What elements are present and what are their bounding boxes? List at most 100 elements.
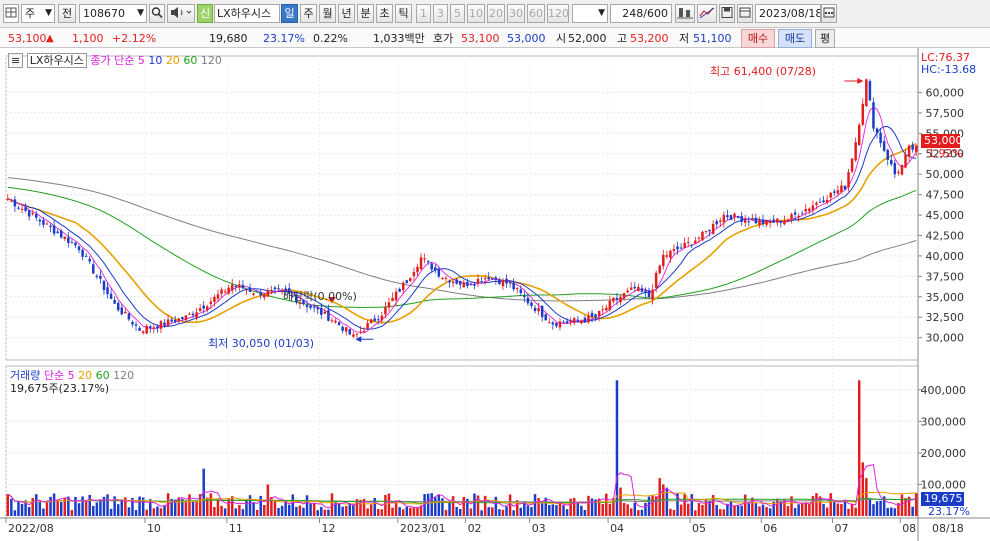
date-field[interactable]: 2023/08/18: [755, 4, 821, 23]
interval-button-5[interactable]: 30: [507, 4, 525, 23]
search-icon[interactable]: [149, 4, 165, 23]
candle-body: [729, 215, 733, 220]
prev-button[interactable]: 전: [58, 4, 76, 23]
stock-code-input[interactable]: 108670 ▼: [79, 4, 147, 23]
volume-bar: [658, 478, 661, 516]
candle-body: [59, 230, 63, 238]
interval-button-6[interactable]: 60: [527, 4, 545, 23]
candle-body: [120, 307, 124, 315]
volume-bar: [914, 493, 918, 516]
candle-body: [790, 214, 793, 219]
time-tick-label: 2022/08: [8, 522, 54, 535]
current-price-tag: 53,000: [921, 134, 963, 148]
volume-bar: [872, 504, 875, 516]
volume-bar: [875, 501, 879, 516]
candle-body: [198, 308, 202, 312]
candle-body: [49, 225, 52, 227]
volume-bar: [77, 503, 81, 516]
candle-body: [565, 321, 569, 323]
tab-period-5[interactable]: 초: [376, 4, 393, 23]
interval-input[interactable]: ▼: [572, 4, 608, 23]
volume-bar: [352, 505, 355, 516]
candle-body: [523, 295, 526, 298]
price-tick-label: 57,500: [926, 107, 965, 120]
tab-period-0[interactable]: 일: [281, 4, 298, 23]
volume-bar: [287, 504, 291, 516]
volume-bar: [67, 496, 70, 516]
sell-button[interactable]: 매도: [778, 29, 812, 48]
candle-body: [637, 287, 640, 291]
volume-bar: [59, 501, 63, 516]
volume-bar: [387, 493, 391, 516]
volume-bar: [469, 508, 473, 516]
volume-bar: [726, 503, 729, 516]
candle-body: [494, 277, 498, 280]
buy-button[interactable]: 매수: [741, 29, 775, 48]
volume-bar: [879, 500, 882, 516]
candle-body: [191, 313, 195, 316]
interval-button-4[interactable]: 20: [487, 4, 505, 23]
price-panel-title[interactable]: LX하우시스: [26, 53, 87, 68]
volume-bar: [886, 507, 889, 516]
candle-body: [811, 205, 815, 211]
volume-bar: [241, 509, 245, 516]
candle-body: [84, 255, 88, 257]
calendar-icon[interactable]: [737, 4, 753, 23]
volume-bar: [565, 509, 569, 516]
count-max: /600: [643, 7, 668, 20]
indicator-icon[interactable]: [697, 4, 717, 23]
volume-bar: [341, 506, 344, 516]
interval-button-1[interactable]: 3: [433, 4, 448, 23]
volume-bar: [277, 507, 280, 516]
panel-menu-icon[interactable]: ≡: [8, 53, 24, 68]
candle-body: [501, 279, 505, 287]
save-icon[interactable]: [719, 4, 735, 23]
candle-body: [380, 315, 384, 321]
candle-body: [102, 280, 106, 291]
stock-chart[interactable]: 30,000 32,500 35,000 37,500 40,000 42,500 45,0…: [0, 48, 990, 541]
candle-body: [270, 290, 273, 292]
candle-body: [647, 290, 651, 298]
volume-bar: [252, 502, 255, 516]
volume-bar: [138, 496, 141, 516]
tab-period-2[interactable]: 월: [319, 4, 336, 23]
candle-body: [530, 302, 533, 306]
candle-body: [882, 141, 886, 151]
interval-button-2[interactable]: 5: [450, 4, 465, 23]
volume-bar: [900, 494, 904, 516]
volume-bar: [455, 506, 458, 516]
drawing-tool-icon[interactable]: [675, 4, 695, 23]
candle-body: [840, 185, 843, 193]
candle-body: [398, 288, 401, 292]
candle-body: [323, 311, 327, 314]
price-tick-label: 32,500: [926, 311, 965, 324]
grid-icon[interactable]: [3, 4, 19, 23]
tab-period-6[interactable]: 틱: [395, 4, 412, 23]
candle-body: [466, 281, 469, 287]
high-price: 53,200: [630, 32, 669, 45]
tab-period-4[interactable]: 분: [357, 4, 374, 23]
candle-body: [544, 314, 547, 321]
sound-icon[interactable]: [167, 4, 195, 23]
tab-period-3[interactable]: 년: [338, 4, 355, 23]
volume-bar: [373, 497, 376, 516]
eval-button[interactable]: 평: [815, 29, 835, 48]
volume-rate-tag: 23.17%: [928, 505, 970, 518]
interval-button-0[interactable]: 1: [416, 4, 431, 23]
volume-bar: [904, 498, 907, 516]
volume-bar: [768, 508, 772, 516]
interval-button-3[interactable]: 10: [467, 4, 485, 23]
candle-body: [444, 277, 448, 279]
candle-body: [829, 192, 832, 198]
count-field[interactable]: 248/600: [610, 4, 672, 23]
candle-body: [498, 279, 501, 285]
tab-period-1[interactable]: 주: [300, 4, 317, 23]
candle-body: [658, 265, 661, 274]
candle-body: [865, 79, 868, 107]
change-rate: +2.12%: [112, 32, 157, 45]
calendar-dropdown-icon[interactable]: [821, 4, 837, 23]
interval-button-7[interactable]: 120: [547, 4, 569, 23]
market-select[interactable]: 주 ▼: [21, 4, 55, 23]
volume-bar: [548, 504, 551, 516]
candle-body: [248, 287, 252, 293]
